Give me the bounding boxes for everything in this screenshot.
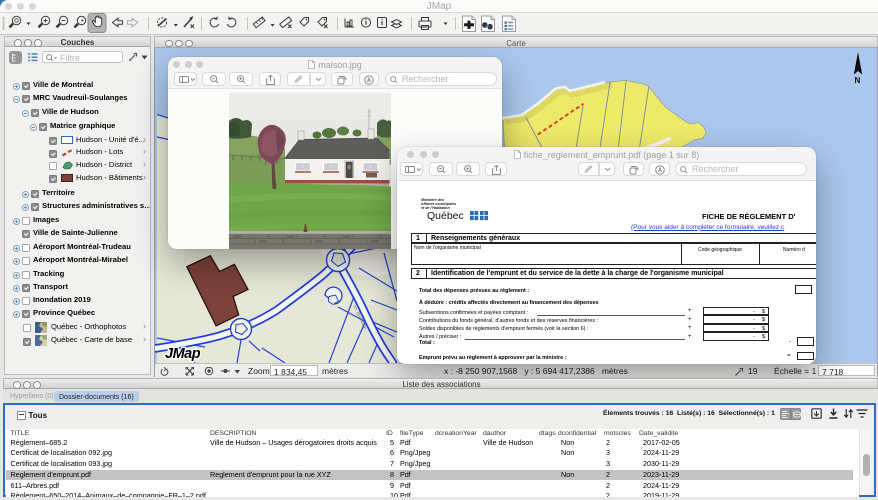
svg-text:JMap: JMap	[165, 346, 201, 362]
svg-text:N: N	[855, 76, 861, 85]
